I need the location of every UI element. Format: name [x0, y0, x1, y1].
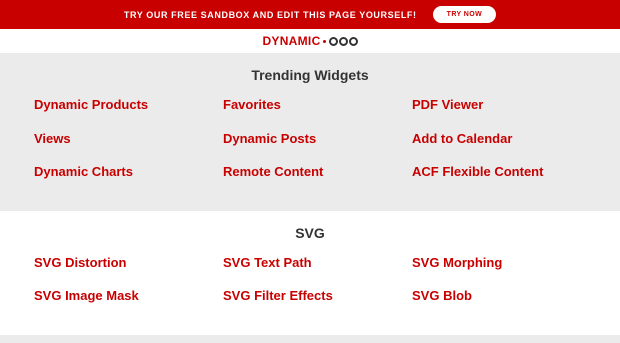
- svg-section: SVG SVG Distortion SVG Text Path SVG Mor…: [0, 211, 620, 335]
- link-svg-filter-effects[interactable]: SVG Filter Effects: [223, 288, 333, 303]
- try-now-button[interactable]: TRY NOW: [432, 6, 497, 23]
- section-title-svg: SVG: [295, 225, 325, 241]
- site-header: DYNAMIC: [0, 29, 620, 53]
- footer-band: [0, 335, 620, 343]
- trending-widgets-section: Trending Widgets Dynamic Products Favori…: [0, 53, 620, 211]
- link-dynamic-products[interactable]: Dynamic Products: [34, 97, 148, 112]
- link-svg-text-path[interactable]: SVG Text Path: [223, 255, 312, 270]
- logo-ring-icon: [328, 36, 338, 46]
- link-add-to-calendar[interactable]: Add to Calendar: [412, 131, 512, 146]
- link-svg-morphing[interactable]: SVG Morphing: [412, 255, 502, 270]
- link-acf-flexible-content[interactable]: ACF Flexible Content: [412, 164, 543, 179]
- promo-text: TRY OUR FREE SANDBOX AND EDIT THIS PAGE …: [123, 9, 417, 20]
- logo-ring-icon: [338, 36, 348, 46]
- link-remote-content[interactable]: Remote Content: [223, 164, 323, 179]
- site-logo[interactable]: DYNAMIC: [262, 34, 358, 48]
- logo-ring-icon: [348, 36, 358, 46]
- promo-bar: TRY OUR FREE SANDBOX AND EDIT THIS PAGE …: [0, 0, 620, 29]
- section-title-trending: Trending Widgets: [251, 67, 369, 83]
- link-favorites[interactable]: Favorites: [223, 97, 281, 112]
- logo-text: DYNAMIC: [262, 34, 321, 48]
- logo-dot: [322, 39, 326, 43]
- link-pdf-viewer[interactable]: PDF Viewer: [412, 97, 483, 112]
- link-dynamic-posts[interactable]: Dynamic Posts: [223, 131, 316, 146]
- link-svg-image-mask[interactable]: SVG Image Mask: [34, 288, 139, 303]
- link-dynamic-charts[interactable]: Dynamic Charts: [34, 164, 133, 179]
- link-views[interactable]: Views: [34, 131, 71, 146]
- link-svg-blob[interactable]: SVG Blob: [412, 288, 472, 303]
- link-svg-distortion[interactable]: SVG Distortion: [34, 255, 126, 270]
- logo-rings-icon: [328, 36, 358, 46]
